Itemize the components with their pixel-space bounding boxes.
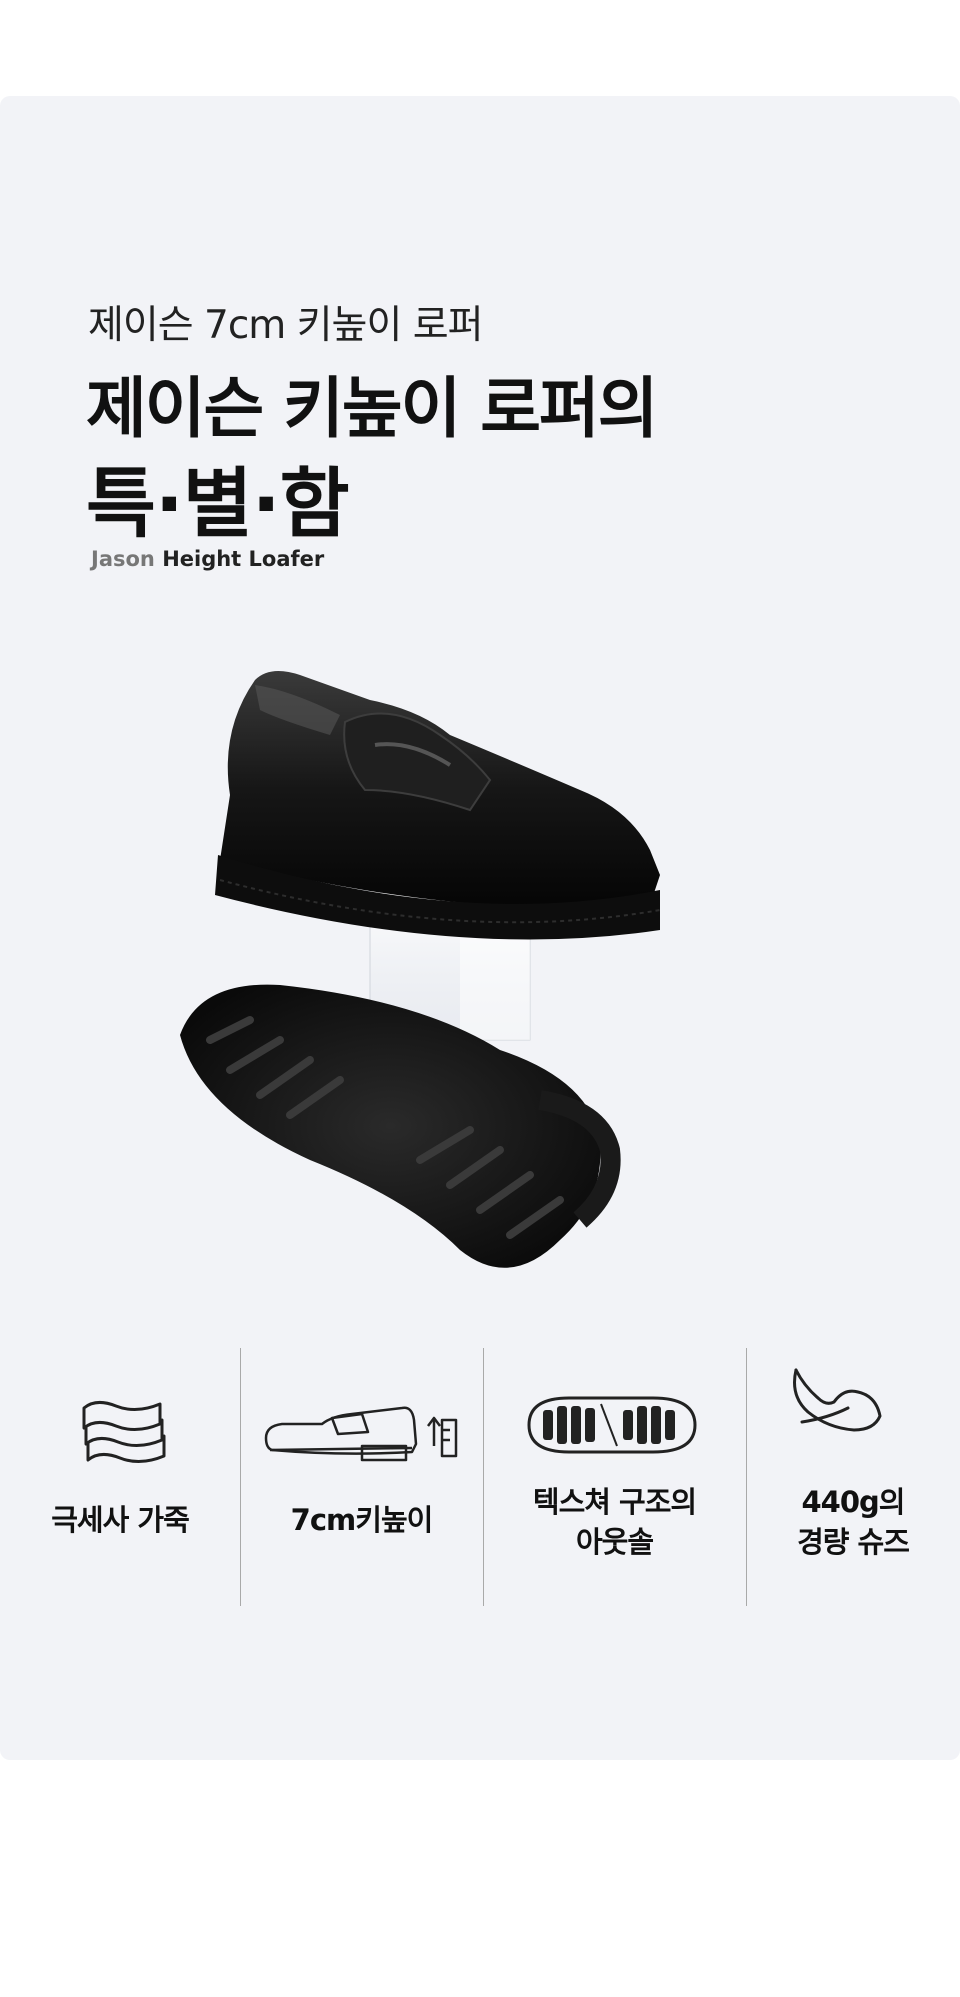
layered-leather-icon	[82, 1401, 166, 1463]
feature-item: 7cm키높이	[240, 1348, 483, 1606]
feature-item: 텍스쳐 구조의 아웃솔	[483, 1348, 746, 1606]
feature-label: 텍스쳐 구조의 아웃솔	[532, 1485, 697, 1559]
feature-item: 440g의 경량 슈즈	[746, 1348, 960, 1606]
feature-label: 440g의 경량 슈즈	[797, 1485, 910, 1559]
loafer-image	[180, 671, 661, 1268]
page-title-emphasis: 특·별·함	[86, 459, 350, 548]
product-tagline: Jason Height Loafer	[91, 547, 324, 571]
feature-label: 7cm키높이	[290, 1503, 434, 1537]
product-subtitle: 제이슨 7cm 키높이 로퍼	[88, 303, 483, 348]
feature-row: 극세사 가죽 7cm키높이 텍스쳐 구조의 아웃솔 440g의 경량 슈즈	[0, 1348, 960, 1608]
feather-icon	[793, 1368, 882, 1432]
feature-item: 극세사 가죽	[0, 1348, 240, 1606]
page-title: 제이슨 키높이 로퍼의	[86, 370, 658, 447]
shoe-height-icon	[264, 1406, 458, 1462]
outsole-icon	[527, 1396, 697, 1454]
tagline-brand: Jason	[91, 547, 155, 571]
tagline-product: Height Loafer	[162, 547, 325, 571]
feature-label: 극세사 가죽	[51, 1503, 190, 1537]
